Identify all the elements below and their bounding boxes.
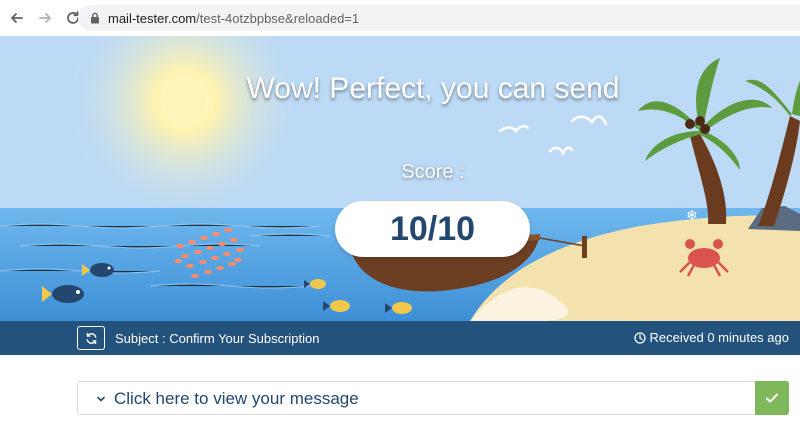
chevron-down-icon [97, 396, 105, 402]
pass-indicator [755, 381, 789, 415]
url-path: /test-4otzbpbse&reloaded=1 [196, 10, 360, 26]
checkmark-icon [766, 393, 778, 403]
email-subject: Subject : Confirm Your Subscription [115, 331, 320, 346]
score-value: 10/10 [335, 201, 530, 257]
score-label: Score : [401, 161, 465, 183]
hero-banner: ❄ Wow! Perfect, you can send Score : 10/… [0, 36, 800, 321]
browser-toolbar: mail-tester.com/test-4otzbpbse&reloaded=… [0, 0, 800, 36]
address-bar[interactable]: mail-tester.com/test-4otzbpbse&reloaded=… [78, 5, 800, 31]
view-message-toggle[interactable]: Click here to view your message [77, 381, 789, 415]
lock-icon [91, 12, 99, 24]
starfish-icon: ❄ [686, 208, 698, 224]
back-arrow-icon [11, 13, 23, 23]
view-message-label: Click here to view your message [114, 389, 359, 408]
subject-bar: Subject : Confirm Your Subscription Rece… [0, 321, 800, 355]
received-time: Received 0 minutes ago [633, 330, 789, 345]
forward-button[interactable] [34, 7, 56, 29]
url-host: mail-tester.com [108, 10, 197, 26]
refresh-icon [86, 332, 96, 344]
clock-icon [633, 331, 646, 344]
back-button[interactable] [6, 7, 28, 29]
result-headline: Wow! Perfect, you can send [246, 72, 620, 105]
refresh-button[interactable] [77, 326, 105, 350]
received-label: Received 0 minutes ago [649, 330, 789, 345]
forward-arrow-icon [39, 13, 51, 23]
